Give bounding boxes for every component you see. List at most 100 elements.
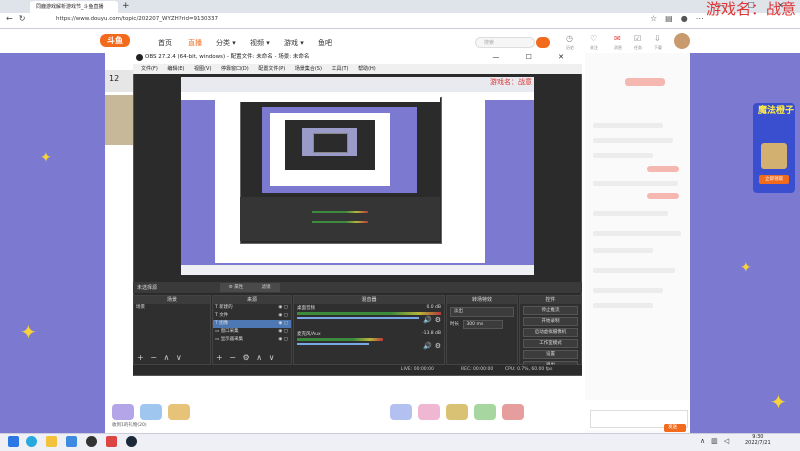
- collections-icon[interactable]: ▤: [665, 14, 681, 23]
- studio-mode-button[interactable]: 工作室模式: [523, 339, 578, 348]
- source-item[interactable]: ▭ 窗口采集 ◉ ▢: [213, 328, 291, 336]
- store-icon[interactable]: [66, 436, 77, 447]
- history-icon[interactable]: ◷: [566, 34, 573, 43]
- obs-taskbar-icon[interactable]: [86, 436, 97, 447]
- search-button[interactable]: [536, 37, 550, 48]
- source-name: 窗口采集: [220, 329, 239, 334]
- promo-button[interactable]: 立即领取: [759, 175, 789, 184]
- app-icon[interactable]: [106, 436, 117, 447]
- volume-slider[interactable]: [297, 343, 369, 345]
- scenes-dock-footer[interactable]: + − ∧ ∨: [137, 353, 184, 362]
- preview-meter: [312, 211, 368, 213]
- anchor-thumbnail[interactable]: [105, 95, 135, 145]
- properties-button[interactable]: ⚙ 属性: [220, 283, 252, 292]
- obs-title: OBS 27.2.4 (64-bit, windows) - 配置文件: 未命名…: [145, 54, 310, 60]
- duration-label: 时长: [450, 322, 459, 327]
- gift-item[interactable]: [474, 404, 496, 420]
- settings-button[interactable]: 设置: [523, 350, 578, 359]
- sources-dock-footer[interactable]: + − ⚙ ∧ ∨: [216, 353, 276, 362]
- system-tray[interactable]: ∧▥◁: [700, 437, 735, 445]
- browser-nav-icons[interactable]: ←↻: [6, 14, 31, 23]
- menu-edit[interactable]: 编辑(E): [167, 66, 184, 72]
- stop-streaming-button[interactable]: 停止推流: [523, 306, 578, 315]
- browser-toolbar-icons[interactable]: ☆▤●⋯: [650, 14, 712, 23]
- volume-icon[interactable]: ◁: [724, 437, 735, 445]
- gear-icon[interactable]: ⚙: [435, 316, 441, 324]
- eye-icon[interactable]: ◉ ▢: [278, 320, 288, 328]
- source-item[interactable]: T 新建的 ◉ ▢: [213, 304, 291, 312]
- gift-item[interactable]: [140, 404, 162, 420]
- gift-item[interactable]: [502, 404, 524, 420]
- new-tab-button[interactable]: +: [122, 1, 130, 11]
- site-logo[interactable]: 斗鱼: [100, 34, 130, 47]
- site-search-input[interactable]: 搜索: [475, 37, 535, 48]
- transitions-dock-title: 转场特效: [447, 296, 517, 304]
- transition-select[interactable]: 淡出: [450, 307, 514, 317]
- menu-scene-collection[interactable]: 场景集合(S): [295, 66, 322, 72]
- eye-icon[interactable]: ◉ ▢: [278, 336, 288, 344]
- message-icon[interactable]: ✉: [614, 34, 621, 43]
- chat-pink-button[interactable]: [625, 78, 665, 86]
- gift-item[interactable]: [418, 404, 440, 420]
- controls-dock: 控件 停止推流 开始录制 启动虚拟摄像机 工作室模式 设置 退出: [519, 295, 582, 370]
- nav-yuba[interactable]: 鱼吧: [318, 38, 332, 48]
- nav-home[interactable]: 首页: [158, 38, 172, 48]
- profile-icon[interactable]: ●: [681, 14, 696, 23]
- network-icon[interactable]: ▥: [711, 437, 724, 445]
- start-recording-button[interactable]: 开始录制: [523, 317, 578, 326]
- file-explorer-icon[interactable]: [46, 436, 57, 447]
- task-icon[interactable]: ☑: [634, 34, 641, 43]
- star-icon[interactable]: ☆: [650, 14, 665, 23]
- volume-meter: [297, 312, 441, 315]
- chat-line: [593, 231, 681, 236]
- url-input[interactable]: https://www.douyu.com/topic/202207_WYZH?…: [56, 16, 218, 22]
- menu-file[interactable]: 文件(F): [141, 66, 158, 72]
- source-item[interactable]: T 文件 ◉ ▢: [213, 312, 291, 320]
- edge-icon[interactable]: [26, 436, 37, 447]
- gear-icon[interactable]: ⚙: [435, 342, 441, 350]
- speaker-icon[interactable]: 🔊: [423, 316, 432, 324]
- follow-icon[interactable]: ♡: [590, 34, 597, 43]
- volume-slider[interactable]: [297, 317, 420, 319]
- back-icon[interactable]: ←: [6, 14, 19, 23]
- eye-icon[interactable]: ◉ ▢: [278, 312, 288, 320]
- menu-profile[interactable]: 配置文件(P): [258, 66, 285, 72]
- browser-tab[interactable]: 同鹿游戏解析游戏节_斗鱼直播: [30, 1, 118, 13]
- filters-button[interactable]: 滤镜: [252, 283, 280, 292]
- nav-video[interactable]: 视频 ▾: [250, 38, 270, 48]
- source-item[interactable]: ▭ 显示器采集 ◉ ▢: [213, 336, 291, 344]
- duration-input[interactable]: 300 ms: [463, 320, 504, 329]
- chat-line: [593, 268, 675, 273]
- source-item-selected[interactable]: T 图像 ◉ ▢: [213, 320, 291, 328]
- side-promo-card[interactable]: 魔法橙子 立即领取: [753, 103, 795, 193]
- gift-item[interactable]: [168, 404, 190, 420]
- menu-help[interactable]: 帮助(H): [358, 66, 376, 72]
- track-db: 0.0 dB: [426, 305, 441, 310]
- chevron-up-icon[interactable]: ∧: [700, 437, 711, 445]
- scene-item[interactable]: 场景: [134, 304, 210, 312]
- menu-docks[interactable]: 停靠窗口(D): [221, 66, 249, 72]
- virtual-camera-button[interactable]: 启动虚拟摄像机: [523, 328, 578, 337]
- eye-icon[interactable]: ◉ ▢: [278, 328, 288, 336]
- gift-item[interactable]: [390, 404, 412, 420]
- speaker-icon[interactable]: 🔊: [423, 342, 432, 350]
- chat-badge: [647, 166, 679, 172]
- room-rank-badge: 12: [105, 70, 135, 92]
- steam-icon[interactable]: [126, 436, 137, 447]
- star-decoration-icon: ✦: [40, 150, 52, 166]
- nav-category[interactable]: 分类 ▾: [216, 38, 236, 48]
- obs-window-controls[interactable]: — ☐ ✕: [492, 51, 576, 64]
- refresh-icon[interactable]: ↻: [19, 14, 32, 23]
- source-toolbar: [133, 282, 582, 293]
- avatar[interactable]: [674, 33, 690, 49]
- start-icon[interactable]: [8, 436, 19, 447]
- eye-icon[interactable]: ◉ ▢: [278, 304, 288, 312]
- nav-live[interactable]: 直播: [188, 38, 202, 48]
- menu-view[interactable]: 视图(V): [194, 66, 211, 72]
- taskbar-clock[interactable]: 9:30 2022/7/21: [745, 434, 771, 446]
- nav-game[interactable]: 游戏 ▾: [284, 38, 304, 48]
- gift-item[interactable]: [446, 404, 468, 420]
- menu-tools[interactable]: 工具(T): [332, 66, 349, 72]
- download-icon[interactable]: ⇩: [654, 34, 661, 43]
- gift-item[interactable]: [112, 404, 134, 420]
